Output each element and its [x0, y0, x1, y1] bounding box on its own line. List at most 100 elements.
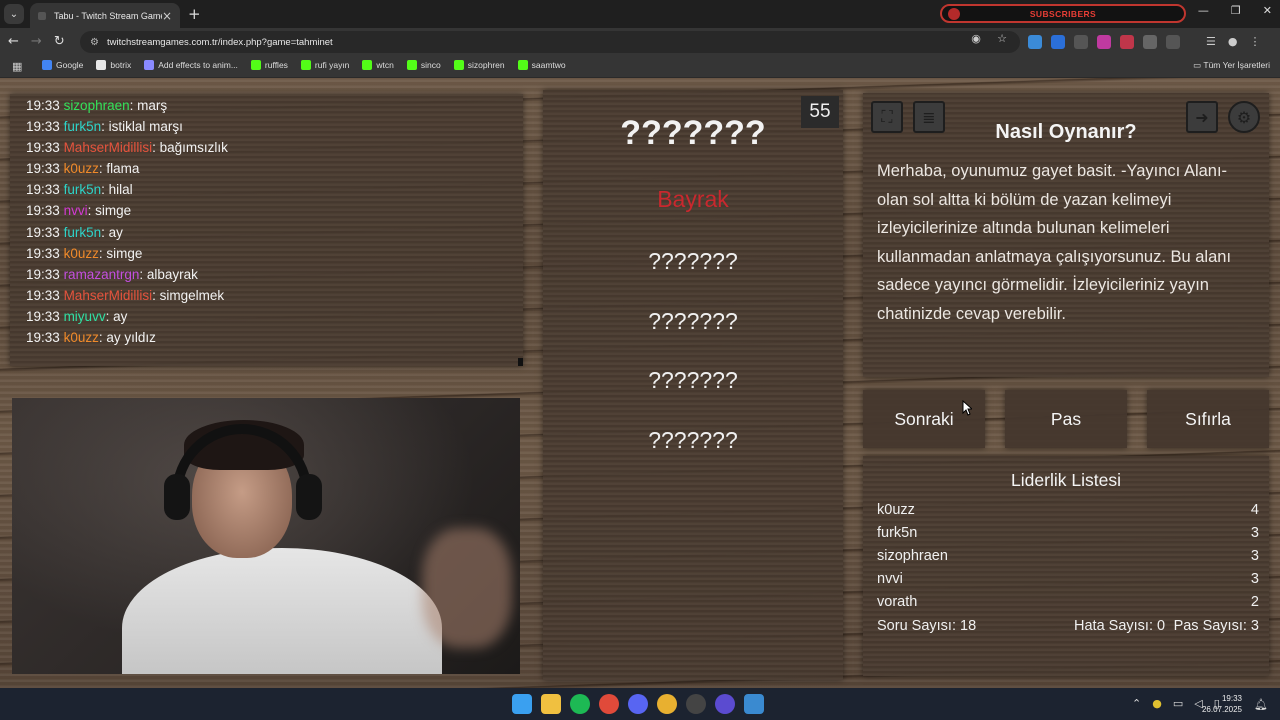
minimize-icon[interactable]: — [1198, 4, 1209, 17]
eye-off-icon[interactable]: ◉ [966, 32, 986, 45]
forward-arrow-icon[interactable]: → [31, 34, 42, 49]
extension-icon[interactable] [1097, 35, 1111, 49]
all-bookmarks-link[interactable]: ▭ Tüm Yer İşaretleri [1193, 60, 1270, 71]
extension-icon[interactable] [1051, 35, 1065, 49]
chat-username[interactable]: MahserMidillisi [64, 140, 153, 155]
bookmark-item[interactable]: saamtwo [517, 60, 566, 70]
leaderboard-row: furk5n 3 [877, 525, 1259, 541]
chrome-icon[interactable] [599, 694, 619, 714]
network-icon[interactable]: ▭ [1173, 697, 1183, 710]
reading-list-icon[interactable]: ☰ [1206, 35, 1216, 48]
clock-date: 26.07.2025 [1201, 705, 1242, 714]
bookmark-item[interactable]: rufi yayın [300, 60, 350, 70]
pass-button[interactable]: Pas [1005, 390, 1127, 448]
site-info-icon[interactable]: ⚙ [90, 37, 99, 48]
bookmark-item[interactable]: sinco [406, 60, 441, 70]
chat-panel: 19:33 sizophraen: marş 19:33 furk5n: isti… [10, 94, 523, 366]
tab-list-chevron-icon[interactable]: ⌄ [4, 4, 24, 24]
chat-message: 19:33 k0uzz: flama [26, 161, 140, 177]
leaderboard-row: sizophraen 3 [877, 548, 1259, 564]
leaderboard-row: vorath 2 [877, 594, 1259, 610]
bookmark-favicon-icon [406, 60, 417, 70]
chat-username[interactable]: furk5n [64, 119, 102, 134]
error-count: Hata Sayısı: 0 [1074, 618, 1166, 634]
app-icon[interactable] [744, 694, 764, 714]
file-explorer-icon[interactable] [541, 694, 561, 714]
new-tab-plus-icon[interactable]: + [188, 5, 201, 23]
extension-icon[interactable] [1028, 35, 1042, 49]
reset-button[interactable]: Sıfırla [1147, 390, 1269, 448]
chrome-active-icon[interactable] [657, 694, 677, 714]
leaderboard-name: k0uzz [877, 502, 915, 518]
bookmark-item[interactable]: wtcn [362, 60, 394, 70]
chat-username[interactable]: miyuvv [64, 309, 106, 324]
chat-text: simge [106, 245, 143, 261]
chat-username[interactable]: ramazantrgn [64, 267, 140, 282]
extension-icon[interactable] [1143, 35, 1157, 49]
bookmark-label: sinco [420, 60, 441, 70]
restore-icon[interactable]: ❐ [1231, 4, 1241, 17]
tray-chevron-icon[interactable]: ⌃ [1132, 697, 1141, 710]
browser-menu-icon[interactable]: ⋮ [1249, 35, 1260, 48]
notification-bell-icon[interactable]: 🔔︎ [1254, 698, 1268, 711]
chat-scrollbar[interactable] [518, 358, 523, 366]
bookmark-item[interactable]: ruffles [250, 60, 288, 70]
leaderboard-name: nvvi [877, 571, 903, 587]
bookmark-item[interactable]: botrix [96, 60, 131, 70]
bookmark-favicon-icon [96, 60, 107, 70]
bookmark-label: rufi yayın [314, 60, 350, 70]
bookmark-favicon-icon [453, 60, 464, 70]
chat-username[interactable]: k0uzz [64, 246, 99, 261]
star-bookmark-icon[interactable]: ☆ [992, 32, 1012, 45]
clock[interactable]: 19:33 26.07.2025 [1202, 693, 1242, 715]
extensions-row [1028, 35, 1180, 49]
bookmark-favicon-icon [517, 60, 528, 70]
leaderboard-score: 3 [1250, 548, 1259, 564]
discord-icon[interactable] [628, 694, 648, 714]
app-icon[interactable] [715, 694, 735, 714]
chat-text: marş [137, 98, 168, 113]
bookmarks-bar: ▦ Google botrix Add effects to anim... ruff… [0, 56, 1280, 78]
chat-time: 19:33 [26, 182, 60, 198]
back-arrow-icon[interactable]: ← [8, 34, 19, 49]
spotify-icon[interactable] [570, 694, 590, 714]
chat-message: 19:33 MahserMidillisi: simgelmek [26, 287, 225, 303]
bookmark-item[interactable]: Add effects to anim... [144, 60, 238, 70]
bookmark-favicon-icon [362, 60, 373, 70]
bookmark-favicon-icon [250, 60, 261, 70]
chat-time: 19:33 [26, 224, 60, 240]
next-button[interactable]: Sonraki [863, 390, 985, 448]
chat-username[interactable]: k0uzz [64, 161, 99, 176]
chat-username[interactable]: k0uzz [64, 330, 99, 345]
windows-start-icon[interactable] [512, 694, 532, 714]
chat-time: 19:33 [26, 245, 60, 261]
extension-icon[interactable] [1120, 35, 1134, 49]
microphone-icon[interactable]: ● [1152, 697, 1162, 710]
close-window-icon[interactable]: ✕ [1263, 4, 1272, 17]
obs-icon[interactable] [686, 694, 706, 714]
banner-text: SUBSCRIBERS [1029, 8, 1097, 19]
chat-username[interactable]: furk5n [64, 225, 102, 240]
chat-username[interactable]: MahserMidillisi [64, 288, 153, 303]
tab-close-icon[interactable]: × [162, 9, 172, 23]
taboo-word-hidden: ??????? [648, 367, 738, 393]
browser-tab[interactable]: Tabu - Twitch Stream Games × [30, 3, 180, 28]
bookmark-item[interactable]: Google [42, 60, 83, 70]
profile-avatar-icon[interactable]: ● [1228, 35, 1238, 48]
chat-text: ay [108, 224, 123, 240]
chat-username[interactable]: furk5n [64, 182, 102, 197]
chat-username[interactable]: nvvi [64, 203, 88, 218]
chat-username[interactable]: sizophraen [64, 98, 130, 113]
leaderboard-row: k0uzz 4 [877, 502, 1259, 518]
apps-grid-icon[interactable]: ▦ [12, 60, 22, 73]
omnibox[interactable]: ⚙ twitchstreamgames.com.tr/index.php?gam… [80, 31, 1020, 53]
windows-taskbar: ⌃ ● ▭ ◁ ▯ 19:33 26.07.2025 🔔︎ [0, 688, 1280, 720]
bookmark-item[interactable]: sizophren [453, 60, 505, 70]
chat-time: 19:33 [26, 119, 60, 135]
chat-text: hilal [108, 182, 133, 198]
reload-icon[interactable]: ↻ [54, 34, 65, 49]
puzzle-extensions-icon[interactable] [1166, 35, 1180, 49]
extension-icon[interactable] [1074, 35, 1088, 49]
chat-text: simge [95, 203, 132, 219]
chat-time: 19:33 [26, 140, 60, 156]
